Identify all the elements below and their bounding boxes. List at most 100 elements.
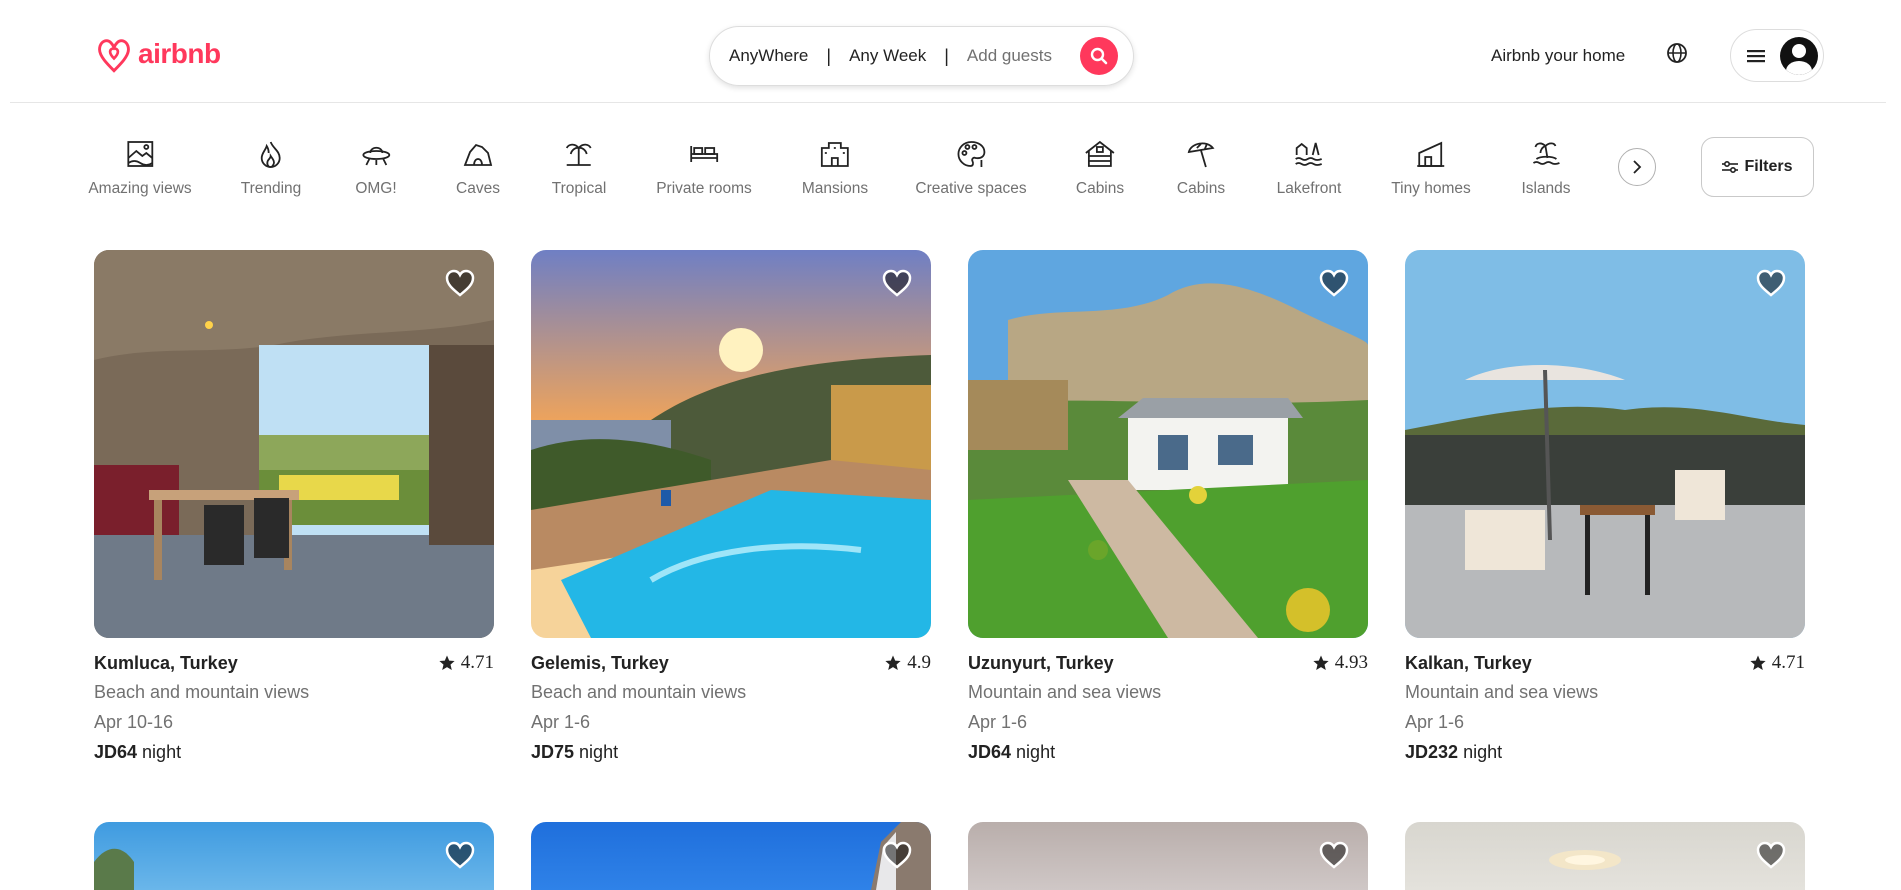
listing-price-unit: night	[1463, 742, 1503, 762]
listing-card[interactable]: Uzunyurt, Turkey 4.93 Mountain and sea v…	[968, 250, 1368, 764]
category-caves[interactable]: Caves	[456, 138, 500, 198]
favorite-heart-icon[interactable]	[1755, 840, 1787, 870]
favorite-heart-icon[interactable]	[1318, 268, 1350, 298]
listing-photo-terrace[interactable]	[1405, 250, 1805, 638]
search-bar[interactable]: AnyWhere | Any Week | Add guests	[709, 26, 1134, 86]
favorite-heart-icon[interactable]	[881, 840, 913, 870]
bed-icon	[690, 146, 718, 162]
mansion-icon	[821, 142, 849, 167]
airbnb-your-home-link[interactable]: Airbnb your home	[1491, 46, 1625, 66]
category-label: Mansions	[801, 180, 869, 197]
listing-description: Beach and mountain views	[531, 682, 747, 702]
search-divider: |	[944, 45, 949, 66]
listing-photo-cave-interior[interactable]	[94, 250, 494, 638]
listing-card[interactable]: Kalkan, Turkey 4.71 Mountain and sea vie…	[1405, 250, 1805, 764]
lakefront-icon	[1295, 142, 1323, 166]
listing-photo-art	[1549, 850, 1621, 870]
category-label: OMG!	[355, 180, 397, 197]
listing-location: Kalkan, Turkey	[1405, 652, 1532, 673]
listing-price-unit: night	[1016, 742, 1056, 762]
listing-card[interactable]: Gelemis, Turkey 4.9 Beach and mountain v…	[531, 250, 931, 764]
category-lakefront[interactable]: Lakefront	[1276, 138, 1342, 198]
island-icon	[1532, 142, 1560, 165]
airbnb-logo[interactable]: airbnb	[96, 34, 221, 74]
listing-rating: 4.71	[439, 652, 494, 674]
listing-photo-art	[94, 848, 134, 890]
category-cabins[interactable]: Cabins	[1076, 138, 1124, 198]
listing-price: JD64 night	[968, 742, 1368, 764]
listing-price-amount: JD232	[1405, 742, 1459, 762]
filters-button[interactable]: Filters	[1701, 137, 1814, 197]
listing-price-amount: JD75	[531, 742, 575, 762]
category-label: Cabins	[1176, 180, 1226, 197]
listing-rating: 4.71	[1750, 652, 1805, 674]
search-guests[interactable]: Add guests	[967, 46, 1052, 66]
category-label: Lakefront	[1276, 180, 1342, 197]
listing-card[interactable]: Kumluca, Turkey 4.71 Beach and mountain …	[94, 250, 494, 764]
category-omg[interactable]: OMG!	[355, 138, 397, 198]
category-label: Tropical	[551, 180, 607, 197]
favorite-heart-icon[interactable]	[881, 268, 913, 298]
category-private-rooms[interactable]: Private rooms	[656, 138, 752, 198]
listing-rating-value: 4.71	[460, 652, 494, 673]
listing-photo-art	[1405, 250, 1805, 638]
search-button[interactable]	[1080, 37, 1118, 75]
listing-photo-mountain-cottage[interactable]	[968, 250, 1368, 638]
category-label: Creative spaces	[915, 180, 1027, 197]
category-label: Tiny homes	[1391, 180, 1471, 197]
favorite-heart-icon[interactable]	[444, 840, 476, 870]
listing-description: Mountain and sea views	[1405, 682, 1599, 702]
favorite-heart-icon[interactable]	[444, 268, 476, 298]
listing-dates: Apr 1-6	[968, 712, 1028, 732]
category-trending[interactable]: Trending	[241, 138, 301, 198]
category-tiny-homes[interactable]: Tiny homes	[1391, 138, 1471, 198]
listing-rating-value: 4.9	[907, 652, 931, 673]
listing-price-unit: night	[142, 742, 182, 762]
filters-icon	[1722, 160, 1739, 174]
listing-dates: Apr 1-6	[1405, 712, 1465, 732]
flame-icon	[261, 141, 281, 168]
favorite-heart-icon[interactable]	[1318, 840, 1350, 870]
category-tropical[interactable]: Tropical	[551, 138, 607, 198]
listing-photo[interactable]	[531, 822, 931, 890]
listing-photo[interactable]	[94, 822, 494, 890]
filters-label: Filters	[1744, 158, 1793, 175]
listing-price-unit: night	[579, 742, 619, 762]
search-when[interactable]: Any Week	[849, 46, 926, 66]
beach-umbrella-icon	[1187, 142, 1215, 168]
listing-photo[interactable]	[1405, 822, 1805, 890]
listing-rating: 4.9	[885, 652, 931, 674]
category-creative-spaces[interactable]: Creative spaces	[915, 138, 1027, 198]
listing-photo-art	[531, 250, 931, 638]
favorite-heart-icon[interactable]	[1755, 268, 1787, 298]
listing-description: Mountain and sea views	[968, 682, 1162, 702]
category-amazing-views[interactable]: Amazing views	[88, 138, 192, 198]
category-cabins-beach[interactable]: Cabins	[1177, 138, 1225, 198]
listing-photo-art	[871, 822, 931, 890]
listing-rating-value: 4.71	[1771, 652, 1805, 673]
star-icon	[439, 655, 455, 670]
listing-photo-sunset-pool[interactable]	[531, 250, 931, 638]
listing-location: Gelemis, Turkey	[531, 652, 669, 673]
user-menu-button[interactable]	[1730, 29, 1824, 82]
categories-next-button[interactable]	[1618, 148, 1656, 186]
category-mansions[interactable]: Mansions	[802, 138, 868, 198]
search-where[interactable]: AnyWhere	[729, 46, 808, 66]
tiny-home-icon	[1416, 141, 1444, 167]
palette-icon	[957, 141, 985, 167]
logo-text: airbnb	[138, 38, 221, 69]
palm-tree-icon	[566, 143, 592, 166]
ufo-icon	[362, 146, 390, 166]
listing-rating-value: 4.93	[1334, 652, 1368, 673]
category-label: Amazing views	[88, 180, 192, 197]
cabin-icon	[1085, 140, 1115, 167]
listing-photo-art	[94, 250, 494, 638]
avatar	[1780, 36, 1818, 75]
category-label: Private rooms	[656, 180, 752, 197]
globe-icon[interactable]	[1666, 42, 1688, 64]
listing-photo[interactable]	[968, 822, 1368, 890]
search-divider: |	[826, 45, 832, 66]
category-label: Caves	[456, 180, 500, 197]
listing-rating: 4.93	[1313, 652, 1368, 674]
category-islands[interactable]: Islands	[1521, 138, 1571, 198]
